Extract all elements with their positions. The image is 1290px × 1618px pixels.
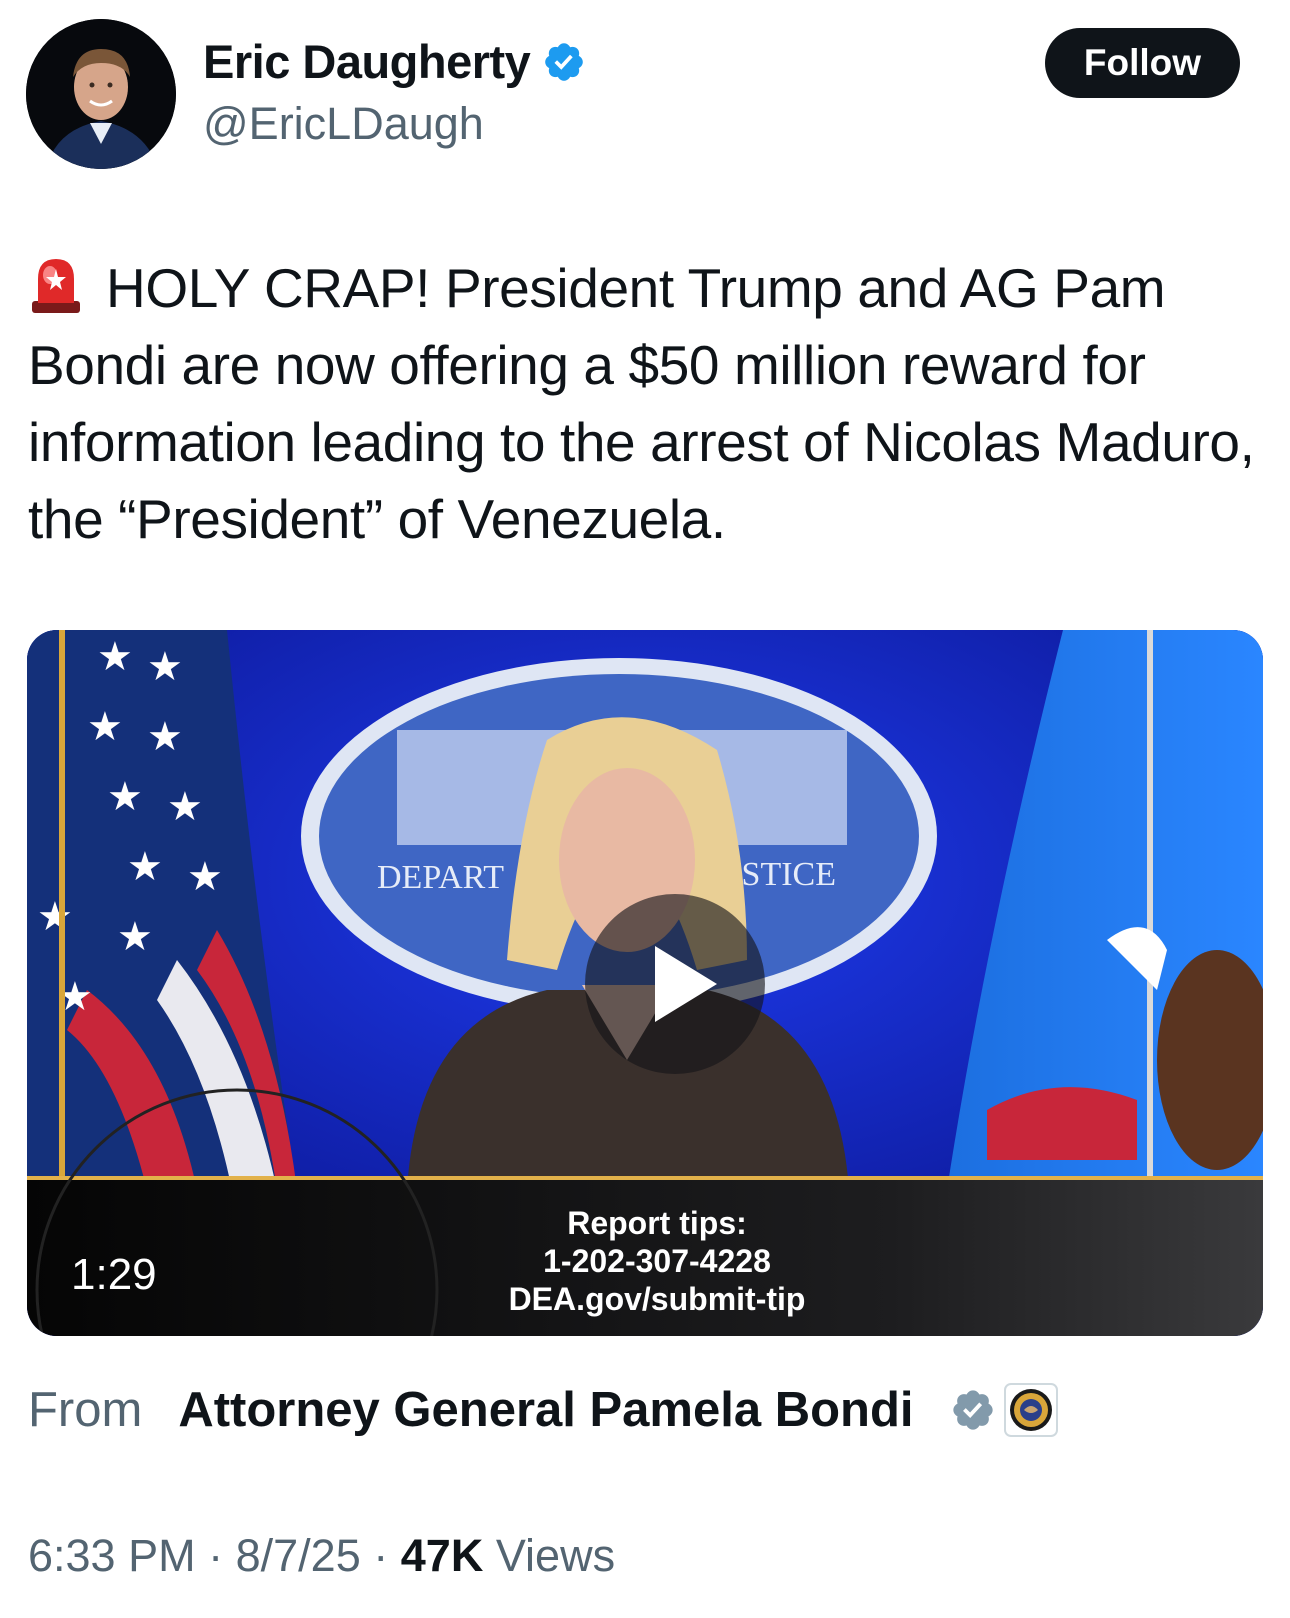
video-caption: Report tips: 1-202-307-4228 DEA.gov/subm… xyxy=(437,1204,877,1318)
play-icon[interactable] xyxy=(585,894,765,1074)
svg-text:★: ★ xyxy=(107,775,143,819)
tweet-time[interactable]: 6:33 PM xyxy=(28,1530,196,1581)
caption-line-3: DEA.gov/submit-tip xyxy=(508,1281,806,1317)
svg-text:★: ★ xyxy=(117,915,153,959)
svg-text:★: ★ xyxy=(87,705,123,749)
play-button[interactable] xyxy=(585,894,765,1074)
caption-line-1: Report tips: xyxy=(567,1205,747,1241)
caption-line-2: 1-202-307-4228 xyxy=(543,1243,771,1279)
avatar[interactable] xyxy=(26,19,176,169)
author-handle[interactable]: @EricLDaugh xyxy=(203,98,484,150)
svg-text:★: ★ xyxy=(127,845,163,889)
video-duration: 1:29 xyxy=(71,1250,157,1299)
tweet-meta: 6:33 PM · 8/7/25 · 47K Views xyxy=(28,1530,615,1582)
views-count: 47K xyxy=(400,1530,484,1581)
follow-button[interactable]: Follow xyxy=(1045,28,1240,98)
svg-text:★: ★ xyxy=(187,855,223,899)
svg-text:★: ★ xyxy=(37,895,73,939)
svg-text:★: ★ xyxy=(147,715,183,759)
video-player[interactable]: ★ ★ ★ ★ ★ ★ ★ ★ ★ ★ ★ DEPART USTICE 1:29… xyxy=(27,630,1263,1336)
views-label: Views xyxy=(495,1530,616,1581)
avatar-photo xyxy=(26,19,176,169)
verified-badge-icon[interactable] xyxy=(542,40,586,84)
source-account-name[interactable]: Attorney General Pamela Bondi xyxy=(178,1382,913,1438)
doj-seal-icon[interactable] xyxy=(1003,1383,1058,1437)
gov-verified-badge-icon[interactable] xyxy=(950,1387,996,1433)
seal-lettering-left: DEPART xyxy=(377,859,504,896)
meta-separator: · xyxy=(208,1530,224,1581)
rotating-light-emoji xyxy=(32,259,80,313)
svg-text:★: ★ xyxy=(97,635,133,679)
tweet-body: HOLY CRAP! President Trump and AG Pam Bo… xyxy=(28,257,1255,550)
media-source: From Attorney General Pamela Bondi xyxy=(28,1382,1058,1438)
tweet-date[interactable]: 8/7/25 xyxy=(236,1530,361,1581)
from-label: From xyxy=(28,1383,143,1437)
svg-text:★: ★ xyxy=(147,645,183,689)
meta-separator: · xyxy=(373,1530,389,1581)
author-display-name[interactable]: Eric Daugherty xyxy=(203,34,531,89)
svg-text:★: ★ xyxy=(167,785,203,829)
author-name-row[interactable]: Eric Daugherty xyxy=(203,34,586,89)
tweet-text: HOLY CRAP! President Trump and AG Pam Bo… xyxy=(28,250,1258,558)
